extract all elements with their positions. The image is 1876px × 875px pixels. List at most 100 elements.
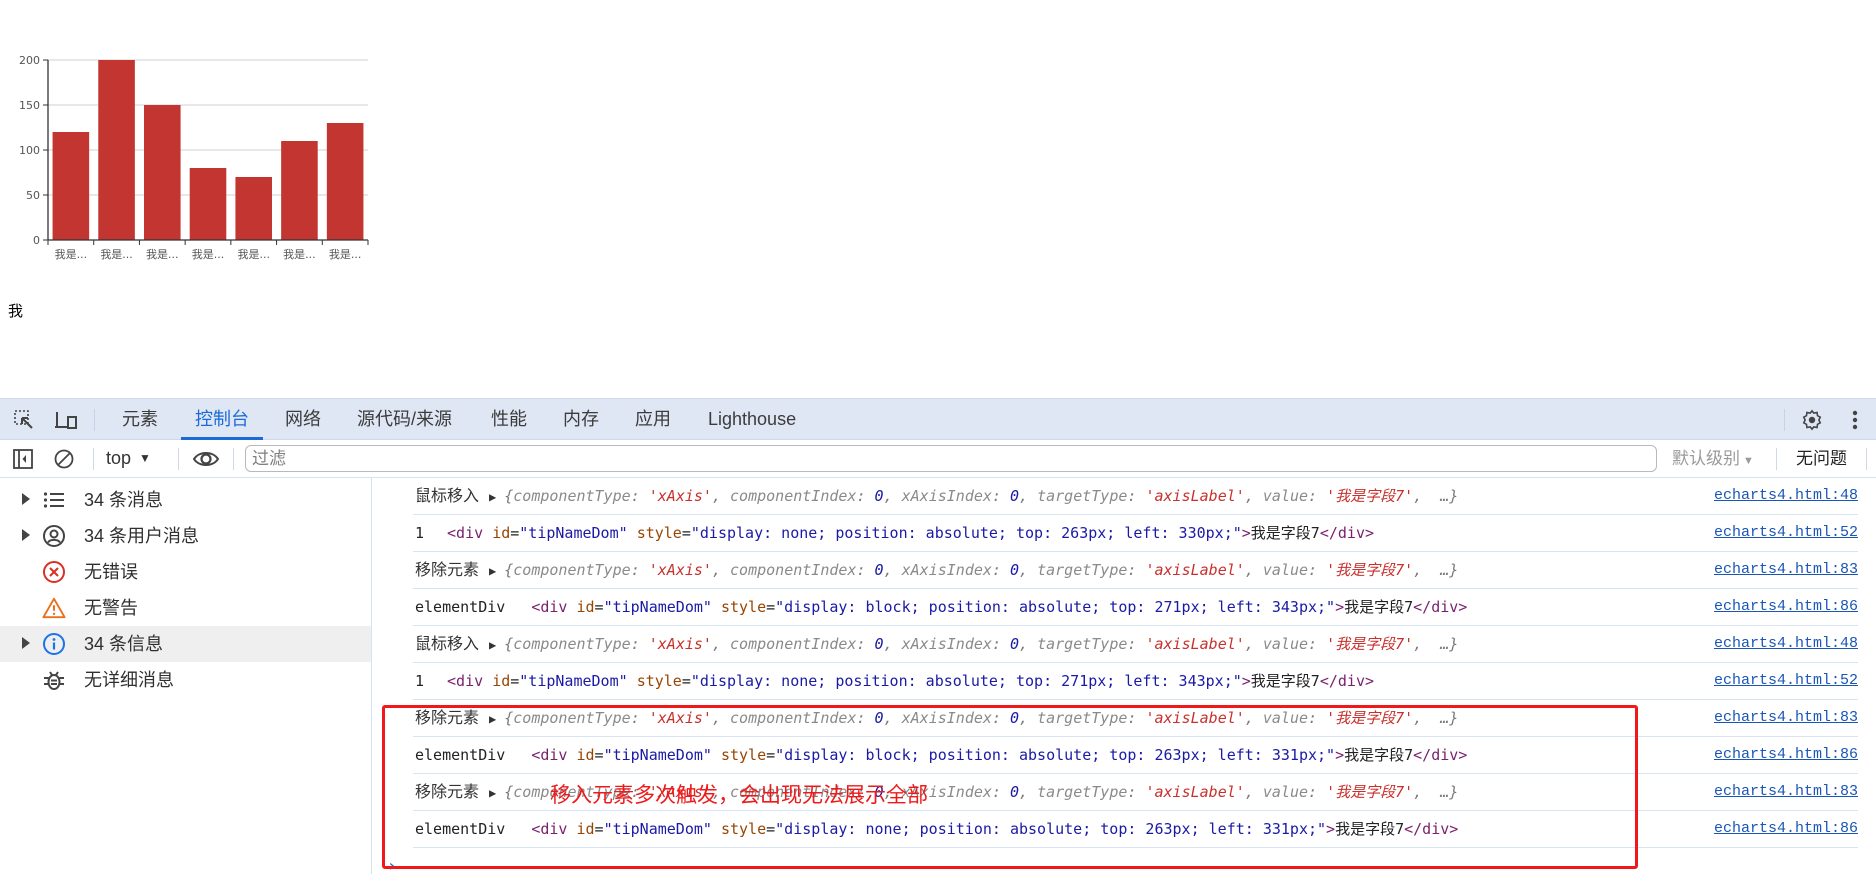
x-tick-label: 我是... bbox=[55, 248, 88, 261]
expand-object-icon[interactable]: ▶ bbox=[489, 564, 496, 578]
logged-object[interactable]: {componentType: 'xAxis', componentIndex:… bbox=[504, 709, 1458, 727]
device-toolbar-icon[interactable] bbox=[54, 408, 78, 432]
toolbar-divider bbox=[93, 448, 94, 470]
expand-object-icon[interactable]: ▶ bbox=[489, 638, 496, 652]
console-row[interactable]: 鼠标移入 ▶ {componentType: 'xAxis', componentI… bbox=[413, 478, 1858, 515]
y-tick-label: 0 bbox=[33, 234, 40, 247]
tab-6[interactable]: 应用 bbox=[633, 399, 673, 439]
source-link[interactable]: echarts4.html:83 bbox=[1714, 700, 1858, 736]
tab-1[interactable]: 控制台 bbox=[181, 399, 263, 440]
expand-object-icon[interactable]: ▶ bbox=[489, 490, 496, 504]
bar bbox=[144, 105, 181, 240]
log-label: elementDiv bbox=[415, 820, 506, 838]
tab-0[interactable]: 元素 bbox=[120, 399, 160, 439]
context-selector[interactable]: top ▼ bbox=[106, 440, 151, 477]
bar bbox=[326, 123, 364, 240]
sidebar-item-list[interactable]: 34 条消息 bbox=[0, 482, 371, 518]
bar bbox=[189, 168, 227, 240]
logged-element[interactable]: <div id="tipNameDom" style="display: blo… bbox=[531, 746, 1467, 764]
logged-object[interactable]: {componentType: 'xAxis', componentIndex:… bbox=[504, 635, 1458, 653]
y-tick-label: 50 bbox=[26, 189, 40, 202]
console-row[interactable]: 移除元素 ▶ {componentType: 'xAxis', componentI… bbox=[413, 552, 1858, 589]
expand-arrow-icon[interactable] bbox=[22, 637, 30, 649]
console-row[interactable]: elementDiv <div id="tipNameDom" style="di… bbox=[413, 811, 1858, 848]
tab-5[interactable]: 内存 bbox=[561, 399, 601, 439]
tab-3[interactable]: 源代码/来源 bbox=[355, 399, 454, 439]
sidebar-item-error[interactable]: 无错误 bbox=[0, 554, 371, 590]
log-levels-dropdown[interactable]: 默认级别 ▼ bbox=[1672, 440, 1754, 477]
source-link[interactable]: echarts4.html:86 bbox=[1714, 737, 1858, 773]
log-label: 移除元素 bbox=[415, 708, 480, 727]
log-message: elementDiv <div id="tipNameDom" style="di… bbox=[415, 737, 1467, 773]
settings-gear-icon[interactable] bbox=[1800, 408, 1824, 432]
log-message: 移除元素 ▶ {componentType: 'xAxis', componentI… bbox=[415, 700, 1458, 737]
more-options-icon[interactable] bbox=[1843, 408, 1867, 432]
inspect-element-icon[interactable] bbox=[12, 408, 36, 432]
sidebar-item-user[interactable]: 34 条用户消息 bbox=[0, 518, 371, 554]
source-link[interactable]: echarts4.html:86 bbox=[1714, 589, 1858, 625]
bar bbox=[52, 132, 90, 240]
console-row[interactable]: 1 <div id="tipNameDom" style="display: no… bbox=[413, 663, 1858, 700]
x-tick-label: 我是... bbox=[100, 248, 133, 261]
log-label: 1 bbox=[415, 524, 425, 542]
sidebar-item-label: 34 条消息 bbox=[84, 490, 164, 510]
logged-element[interactable]: <div id="tipNameDom" style="display: blo… bbox=[531, 598, 1467, 616]
source-link[interactable]: echarts4.html:83 bbox=[1714, 774, 1858, 810]
expand-arrow-icon[interactable] bbox=[22, 493, 30, 505]
sidebar-item-warning[interactable]: 无警告 bbox=[0, 590, 371, 626]
issues-button[interactable]: 无问题 bbox=[1796, 440, 1847, 477]
console-row[interactable]: 移除元素 ▶ {componentType: 'xAxis', componentI… bbox=[413, 700, 1858, 737]
sidebar-item-label: 34 条用户消息 bbox=[84, 526, 200, 546]
bar bbox=[235, 177, 272, 240]
console-row[interactable]: elementDiv <div id="tipNameDom" style="di… bbox=[413, 737, 1858, 774]
sidebar-item-info[interactable]: 34 条信息 bbox=[0, 626, 371, 662]
devtools-tabbar: 元素 控制台 网络 源代码/来源 性能 内存 应用 Lighthouse bbox=[0, 398, 1876, 440]
dropdown-arrow-icon: ▼ bbox=[1743, 455, 1754, 467]
log-message: 移除元素 ▶ {componentType: 'xAxis', componentI… bbox=[415, 552, 1458, 589]
logged-object[interactable]: {componentType: 'xAxis', componentIndex:… bbox=[504, 561, 1458, 579]
filter-input[interactable] bbox=[245, 445, 1657, 472]
toolbar-divider bbox=[178, 448, 179, 470]
y-tick-label: 150 bbox=[19, 99, 40, 112]
sidebar-item-label: 无详细消息 bbox=[84, 670, 174, 690]
tab-7[interactable]: Lighthouse bbox=[706, 399, 798, 439]
log-message: 1 <div id="tipNameDom" style="display: no… bbox=[415, 663, 1374, 699]
console-row[interactable]: elementDiv <div id="tipNameDom" style="di… bbox=[413, 589, 1858, 626]
x-tick-label: 我是... bbox=[329, 248, 362, 261]
expand-arrow-icon[interactable] bbox=[22, 529, 30, 541]
console-sidebar: 34 条消息 34 条用户消息无错误 无警告 34 条信息无详细消息 bbox=[0, 478, 372, 874]
console-row[interactable]: 鼠标移入 ▶ {componentType: 'xAxis', componentI… bbox=[413, 626, 1858, 663]
x-tick-label: 我是... bbox=[237, 248, 270, 261]
tab-2[interactable]: 网络 bbox=[283, 399, 323, 439]
source-link[interactable]: echarts4.html:52 bbox=[1714, 663, 1858, 699]
log-message: 鼠标移入 ▶ {componentType: 'xAxis', componentI… bbox=[415, 478, 1458, 515]
bar bbox=[281, 141, 318, 240]
console-messages: › 鼠标移入 ▶ {componentType: 'xAxis', componen… bbox=[373, 478, 1876, 875]
logged-object[interactable]: {componentType: 'xAxis', componentIndex:… bbox=[504, 487, 1458, 505]
sidebar-toggle-icon[interactable] bbox=[11, 447, 35, 471]
logged-element[interactable]: <div id="tipNameDom" style="display: non… bbox=[531, 820, 1458, 838]
logged-element[interactable]: <div id="tipNameDom" style="display: non… bbox=[447, 672, 1374, 690]
warning-icon bbox=[42, 596, 66, 620]
logged-element[interactable]: <div id="tipNameDom" style="display: non… bbox=[447, 524, 1374, 542]
logged-object[interactable]: {componentType: 'xAxis', componentIndex:… bbox=[504, 783, 1458, 801]
tab-divider bbox=[1784, 409, 1785, 431]
console-row[interactable]: 1 <div id="tipNameDom" style="display: no… bbox=[413, 515, 1858, 552]
source-link[interactable]: echarts4.html:83 bbox=[1714, 552, 1858, 588]
tab-4[interactable]: 性能 bbox=[489, 399, 529, 439]
expand-object-icon[interactable]: ▶ bbox=[489, 786, 496, 800]
console-row[interactable]: 移除元素 ▶ {componentType: 'xAxis', componentI… bbox=[413, 774, 1858, 811]
log-message: 移除元素 ▶ {componentType: 'xAxis', componentI… bbox=[415, 774, 1458, 811]
source-link[interactable]: echarts4.html:48 bbox=[1714, 626, 1858, 662]
console-prompt-icon[interactable]: › bbox=[387, 856, 397, 875]
source-link[interactable]: echarts4.html:52 bbox=[1714, 515, 1858, 551]
source-link[interactable]: echarts4.html:86 bbox=[1714, 811, 1858, 847]
live-expression-eye-icon[interactable] bbox=[192, 447, 220, 471]
toolbar-divider bbox=[1866, 448, 1867, 470]
sidebar-item-bug[interactable]: 无详细消息 bbox=[0, 662, 371, 698]
clear-console-icon[interactable] bbox=[52, 447, 76, 471]
log-label: 1 bbox=[415, 672, 425, 690]
expand-object-icon[interactable]: ▶ bbox=[489, 712, 496, 726]
error-icon bbox=[42, 560, 66, 584]
source-link[interactable]: echarts4.html:48 bbox=[1714, 478, 1858, 514]
